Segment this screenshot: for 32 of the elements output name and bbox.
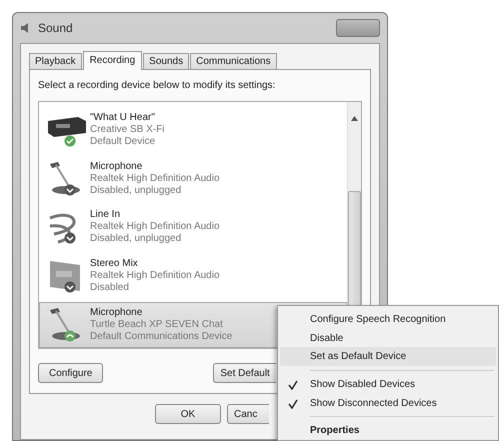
device-status: Default Device bbox=[90, 136, 156, 148]
device-driver: Realtek High Definition Audio bbox=[90, 221, 220, 234]
device-name: Stereo Mix bbox=[90, 258, 139, 270]
tab[interactable]: Communications bbox=[190, 53, 277, 70]
device-name: Microphone bbox=[90, 160, 144, 173]
tab[interactable]: Recording bbox=[82, 51, 142, 70]
device-status: Disabled, unplugged bbox=[90, 233, 182, 246]
device-status: Disabled bbox=[90, 282, 130, 294]
instruction-text: Select a recording device below to modify its settings: bbox=[38, 80, 276, 91]
window-title: Sound bbox=[38, 21, 73, 35]
menu-item[interactable]: Set as Default Device bbox=[280, 347, 496, 366]
device-driver: Turtle Beach XP SEVEN Chat bbox=[90, 319, 224, 332]
up-arrow-icon[interactable] bbox=[351, 116, 358, 121]
device-status: Default Communications Device bbox=[90, 331, 232, 344]
device-status: Disabled, unplugged bbox=[90, 184, 182, 197]
device-driver: Creative SB X-Fi bbox=[90, 124, 164, 136]
device-driver: Realtek High Definition Audio bbox=[90, 270, 220, 282]
menu-item[interactable]: Show Disconnected Devices bbox=[280, 394, 496, 412]
device-name: Line In bbox=[90, 209, 122, 222]
ok-button[interactable]: OK bbox=[155, 404, 221, 424]
configure-button[interactable]: Configure bbox=[38, 363, 104, 383]
tab[interactable]: Playback bbox=[29, 53, 82, 70]
device-name: Microphone bbox=[90, 307, 144, 320]
window-controls[interactable] bbox=[336, 19, 380, 37]
device-item[interactable]: "What U Hear" Creative SB X-Fi Default Device bbox=[39, 107, 347, 153]
set-default-button[interactable]: Set Default bbox=[213, 363, 276, 383]
device-driver: Realtek High Definition Audio bbox=[90, 172, 220, 185]
menu-item[interactable]: Show Disabled Devices bbox=[280, 375, 496, 394]
tab[interactable]: Sounds bbox=[143, 53, 190, 70]
menu-item[interactable]: Properties bbox=[280, 421, 496, 440]
cancel-button[interactable]: Canc bbox=[227, 404, 269, 424]
device-name: "What U Hear" bbox=[90, 112, 156, 124]
